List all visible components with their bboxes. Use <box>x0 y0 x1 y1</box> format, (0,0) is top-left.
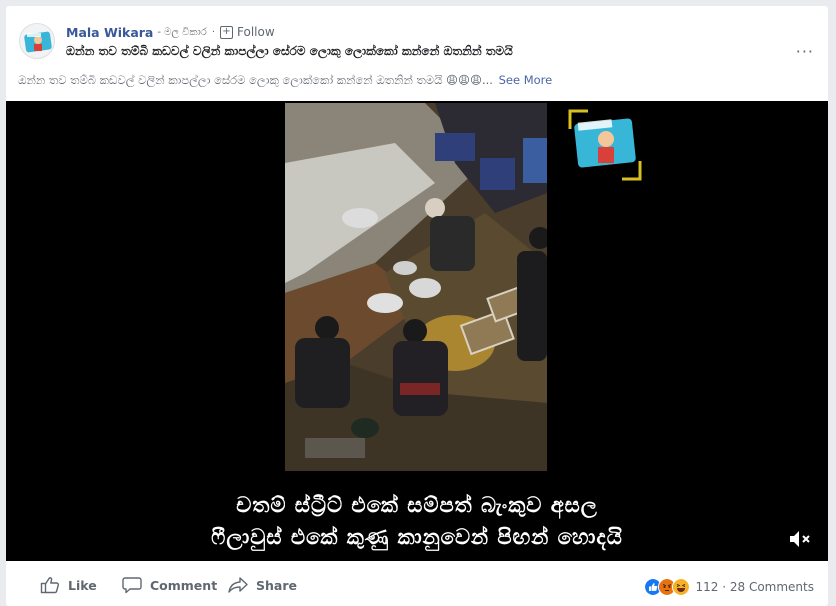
post-header: Mala Wikara - මල විකාර · + Follow <box>66 23 275 41</box>
follow-button[interactable]: + Follow <box>220 25 275 39</box>
header-separator: · <box>211 26 215 38</box>
video-subtitle-line-1: චතම් ස්ට්‍රීට් එකේ සම්පත් බැංකුව අසල <box>236 493 598 517</box>
post-card: Mala Wikara - මල විකාර · + Follow ඔන්න ත… <box>6 6 828 606</box>
author-name-link[interactable]: Mala Wikara <box>66 25 153 40</box>
video-subtitle-line-2: ෆීලාවුස් එකේ කුණු කානුවෙන් පිඟන් හොදයි <box>211 525 623 549</box>
video-player[interactable]: චතම් ස්ට්‍රීට් එකේ සම්පත් බැංකුව අසල ෆීල… <box>6 101 828 561</box>
like-button[interactable]: Like <box>40 576 97 594</box>
see-more-link[interactable]: See More <box>499 73 553 87</box>
comment-icon <box>122 577 142 594</box>
haha-reaction-icon <box>671 578 690 596</box>
video-frame-image <box>285 103 547 471</box>
follow-plus-icon: + <box>220 25 233 39</box>
author-subtitle: - මල විකාර <box>157 26 207 38</box>
page-logo-icon <box>24 31 52 53</box>
mute-toggle-button[interactable] <box>788 529 812 549</box>
follow-label: Follow <box>237 25 275 39</box>
share-button[interactable]: Share <box>228 576 297 594</box>
post-body-snippet: ඔන්න තව තම්බි කඩවල් වලින් කාපල්ලා සේරම ල… <box>18 73 493 87</box>
post-action-bar: Like Comment Share 112 · 28 Comments <box>6 566 828 606</box>
reaction-and-comment-count[interactable]: 112 · 28 Comments <box>696 580 814 594</box>
reaction-summary[interactable]: 112 · 28 Comments <box>643 578 814 596</box>
like-label: Like <box>68 577 97 593</box>
post-body-text: ඔන්න තව තම්බි කඩවල් වලින් කාපල්ලා සේරම ල… <box>18 73 552 88</box>
page-avatar[interactable] <box>19 23 55 59</box>
share-label: Share <box>256 577 297 593</box>
thumbs-up-icon <box>40 577 60 594</box>
more-options-button[interactable]: ··· <box>796 42 814 61</box>
post-title: ඔන්න තව තම්බි කඩවල් වලින් කාපල්ලා සේරම ල… <box>66 44 513 58</box>
speaker-muted-icon <box>790 531 810 547</box>
channel-watermark-icon <box>568 109 642 181</box>
share-arrow-icon <box>228 577 248 593</box>
comment-label: Comment <box>150 577 218 593</box>
comment-button[interactable]: Comment <box>122 576 217 594</box>
